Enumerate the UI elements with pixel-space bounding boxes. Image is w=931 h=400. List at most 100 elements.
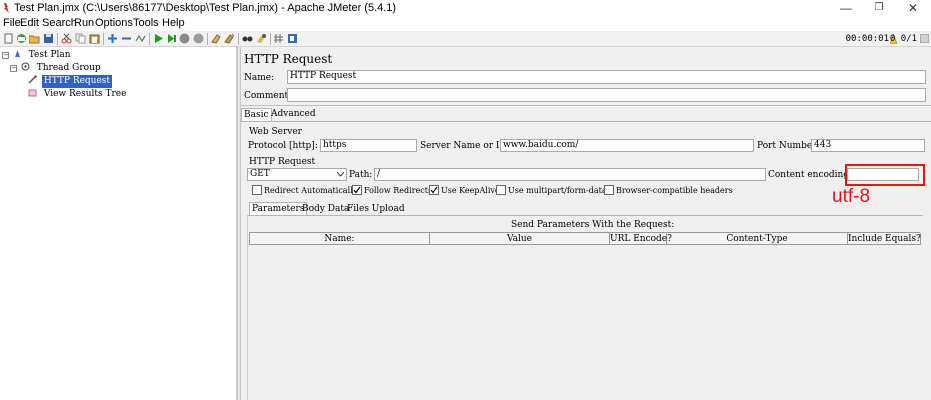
new-icon[interactable] xyxy=(3,33,14,44)
toolbar-separator xyxy=(207,33,208,45)
toolbar: 00:00:01 0 0/1 xyxy=(0,31,931,47)
collapse-toggle-icon[interactable]: − xyxy=(2,52,9,59)
tree-item-http-request[interactable]: HTTP Request xyxy=(28,75,113,88)
tab-parameters[interactable]: Parameters xyxy=(249,202,308,216)
checkmark-icon xyxy=(353,186,361,194)
title-bar: Test Plan.jmx (C:\Users\86177\Desktop\Te… xyxy=(0,0,931,16)
test-plan-tree: − Test Plan − Thread Group HTTP Request … xyxy=(0,47,237,400)
page-title: HTTP Request xyxy=(244,52,333,66)
thread-count: 0 0/1 xyxy=(889,34,917,44)
clear-all-icon[interactable] xyxy=(224,33,235,44)
tree-item-thread-group[interactable]: − Thread Group xyxy=(10,62,103,75)
tree-item-label: View Results Tree xyxy=(43,89,127,99)
maximize-button[interactable]: ❐ xyxy=(862,0,896,16)
start-no-pause-icon[interactable] xyxy=(166,33,177,44)
test-plan-icon xyxy=(14,50,20,57)
close-button[interactable]: ✕ xyxy=(896,0,930,16)
menu-bar: File Edit Search Run Options Tools Help xyxy=(0,16,931,31)
toolbar-separator xyxy=(270,33,271,45)
use-multipart-checkbox[interactable] xyxy=(496,185,506,195)
cut-icon[interactable] xyxy=(61,33,72,44)
menu-tools[interactable]: Tools xyxy=(133,16,159,31)
web-server-legend: Web Server xyxy=(249,127,302,137)
search-icon[interactable] xyxy=(242,33,253,44)
tab-advanced[interactable]: Advanced xyxy=(269,108,318,120)
use-keepalive-checkbox[interactable] xyxy=(429,185,439,195)
follow-redirects-checkbox[interactable] xyxy=(352,185,362,195)
collapse-icon[interactable] xyxy=(121,33,132,44)
path-field[interactable]: / xyxy=(374,168,766,181)
function-helper-icon[interactable] xyxy=(273,33,284,44)
checkbox-label: Browser-compatible headers xyxy=(616,186,733,195)
menu-options[interactable]: Options xyxy=(95,16,133,31)
checkmark-icon xyxy=(430,186,438,194)
toolbar-separator xyxy=(103,33,104,45)
menu-file[interactable]: File xyxy=(3,16,21,31)
chevron-down-icon xyxy=(337,172,344,177)
toolbar-separator xyxy=(238,33,239,45)
menu-search[interactable]: Search xyxy=(42,16,77,31)
open-icon[interactable] xyxy=(29,33,40,44)
shutdown-icon[interactable] xyxy=(193,33,204,44)
column-header-value[interactable]: Value xyxy=(430,233,610,245)
toggle-icon[interactable] xyxy=(135,33,146,44)
menu-edit[interactable]: Edit xyxy=(20,16,39,31)
templates-icon[interactable] xyxy=(16,33,27,44)
name-label: Name: xyxy=(244,73,275,83)
parameters-table-header: Name: Value URL Encode? Content-Type Inc… xyxy=(249,232,921,245)
collapse-toggle-icon[interactable]: − xyxy=(10,65,17,72)
redirect-automatically-checkbox[interactable] xyxy=(252,185,262,195)
port-number-field[interactable]: 443 xyxy=(811,139,925,152)
protocol-field[interactable]: https xyxy=(320,139,417,152)
tree-item-label: Thread Group xyxy=(36,63,101,73)
listener-icon xyxy=(28,89,37,97)
window-title: Test Plan.jmx (C:\Users\86177\Desktop\Te… xyxy=(14,2,397,14)
method-select[interactable]: GET xyxy=(247,168,347,181)
checkbox-label: Redirect Automatically xyxy=(264,186,358,195)
tab-body-data[interactable]: Body Data xyxy=(300,203,351,215)
tab-basic[interactable]: Basic xyxy=(241,108,272,121)
server-name-label: Server Name or IP: xyxy=(420,141,509,151)
toolbar-separator xyxy=(149,33,150,45)
protocol-label: Protocol [http]: xyxy=(248,141,318,151)
toolbar-separator xyxy=(57,33,58,45)
reset-search-icon[interactable] xyxy=(256,33,267,44)
jmeter-app-icon xyxy=(4,3,9,13)
copy-icon[interactable] xyxy=(75,33,86,44)
checkbox-label: Use KeepAlive xyxy=(441,186,500,195)
elapsed-timer: 00:00:01 xyxy=(845,34,889,44)
column-header-include-equals[interactable]: Include Equals? xyxy=(848,233,921,245)
http-request-legend: HTTP Request xyxy=(249,157,316,167)
clear-icon[interactable] xyxy=(211,33,222,44)
server-name-field[interactable]: www.baidu.com/ xyxy=(500,139,754,152)
save-icon[interactable] xyxy=(43,33,54,44)
tab-files-upload[interactable]: Files Upload xyxy=(345,203,407,215)
utf8-annotation: utf-8 xyxy=(832,186,871,207)
column-header-name[interactable]: Name: xyxy=(250,233,430,245)
stop-icon[interactable] xyxy=(179,33,190,44)
column-header-url-encode[interactable]: URL Encode? xyxy=(610,233,672,245)
name-field[interactable]: HTTP Request xyxy=(287,70,926,84)
thread-group-icon xyxy=(21,62,30,71)
tree-item-test-plan[interactable]: − Test Plan xyxy=(2,49,73,62)
help-icon[interactable] xyxy=(287,33,298,44)
checkbox-label: Use multipart/form-data xyxy=(508,186,607,195)
paste-icon[interactable] xyxy=(89,33,100,44)
checkbox-label: Follow Redirects xyxy=(364,186,433,195)
expand-icon[interactable] xyxy=(107,33,118,44)
column-header-content-type[interactable]: Content-Type xyxy=(667,233,848,245)
path-label: Path: xyxy=(349,170,373,180)
minimize-button[interactable]: — xyxy=(829,0,863,16)
browser-compatible-headers-checkbox[interactable] xyxy=(604,185,614,195)
parameters-table-body[interactable] xyxy=(249,245,920,400)
highlight-box xyxy=(845,164,925,186)
menu-run[interactable]: Run xyxy=(74,16,94,31)
tree-item-view-results-tree[interactable]: View Results Tree xyxy=(28,88,128,101)
status-indicator-icon xyxy=(920,34,929,43)
element-editor-panel: HTTP Request Name: HTTP Request Comments… xyxy=(241,47,931,400)
method-value: GET xyxy=(250,169,270,179)
params-heading: Send Parameters With the Request: xyxy=(511,220,675,230)
comments-field[interactable] xyxy=(287,88,926,102)
start-icon[interactable] xyxy=(153,33,164,44)
menu-help[interactable]: Help xyxy=(162,16,185,31)
